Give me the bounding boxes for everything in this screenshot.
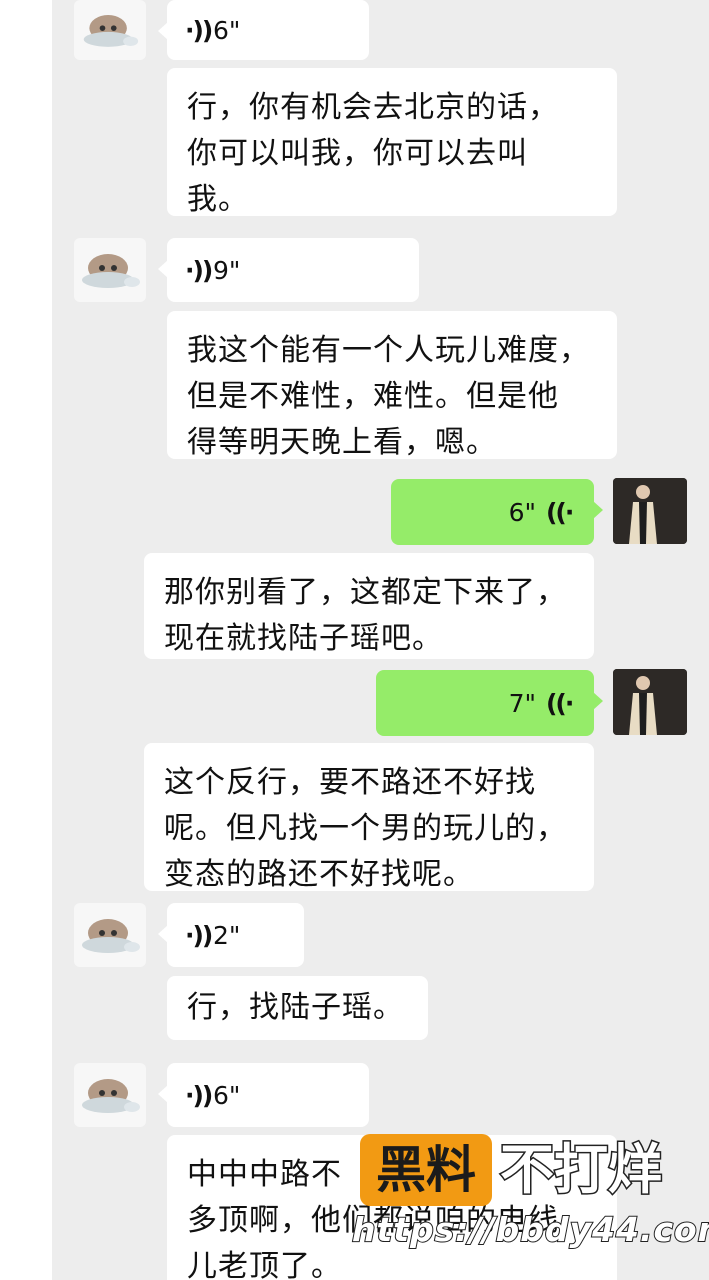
- voice-duration: 7": [508, 688, 536, 718]
- voice-wave-icon: ·)): [185, 255, 213, 285]
- contact-avatar[interactable]: [74, 1063, 146, 1127]
- voice-wave-icon: ·)): [185, 15, 213, 45]
- voice-transcript: 我这个能有一个人玩儿难度， 但是不难性，难性。但是他 得等明天晚上看，嗯。: [167, 311, 617, 460]
- voice-message-bubble-outgoing[interactable]: 6" ((·: [391, 479, 603, 545]
- voice-transcript: 这个反行，要不路还不好找 呢。但凡找一个男的玩儿的， 变态的路还不好找呢。: [144, 743, 594, 892]
- voice-duration: 6": [213, 15, 241, 45]
- voice-wave-icon: ((·: [546, 497, 574, 527]
- voice-message-bubble[interactable]: ·)) 6": [158, 0, 369, 60]
- voice-wave-icon: ((·: [546, 688, 574, 718]
- watermark-tagline: 不打烊: [499, 1137, 664, 1203]
- watermark: 黑料 不打烊 https://bbdy44.com: [351, 1134, 709, 1254]
- voice-duration: 2": [213, 920, 241, 950]
- voice-message-bubble[interactable]: ·)) 2": [158, 903, 304, 967]
- self-avatar[interactable]: [613, 478, 687, 544]
- voice-message-bubble-outgoing[interactable]: 7" ((·: [376, 670, 603, 736]
- voice-transcript: 行，你有机会去北京的话， 你可以叫我，你可以去叫 我。: [167, 68, 617, 217]
- contact-avatar[interactable]: [74, 238, 146, 302]
- voice-wave-icon: ·)): [185, 920, 213, 950]
- voice-duration: 9": [213, 255, 241, 285]
- voice-message-bubble[interactable]: ·)) 9": [158, 238, 419, 302]
- watermark-url: https://bbdy44.com: [351, 1209, 709, 1250]
- voice-duration: 6": [213, 1080, 241, 1110]
- self-avatar[interactable]: [613, 669, 687, 735]
- contact-avatar[interactable]: [74, 0, 146, 60]
- voice-wave-icon: ·)): [185, 1080, 213, 1110]
- voice-transcript: 那你别看了，这都定下来了， 现在就找陆子瑶吧。: [144, 553, 594, 659]
- voice-message-bubble[interactable]: ·)) 6": [158, 1063, 369, 1127]
- contact-avatar[interactable]: [74, 903, 146, 967]
- watermark-badge: 黑料: [360, 1134, 492, 1206]
- voice-transcript: 行，找陆子瑶。: [167, 976, 428, 1040]
- voice-duration: 6": [508, 497, 536, 527]
